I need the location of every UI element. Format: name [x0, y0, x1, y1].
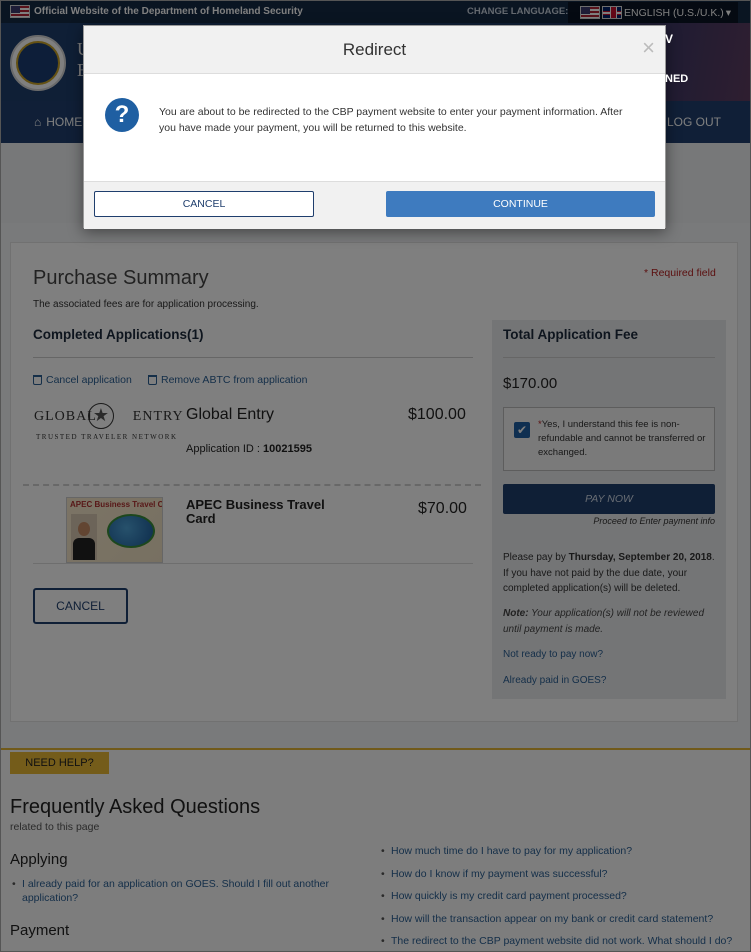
header-fragment-right: V: [665, 32, 674, 46]
dialog-header: Redirect ×: [84, 26, 665, 74]
question-icon: ?: [105, 98, 139, 132]
close-icon[interactable]: ×: [642, 37, 655, 59]
header-fragment-right-2: NED: [665, 73, 689, 85]
dialog-cancel-button[interactable]: CANCEL: [94, 191, 314, 217]
dialog-title: Redirect: [342, 40, 407, 59]
dialog-continue-button[interactable]: CONTINUE: [386, 191, 655, 217]
redirect-dialog: Redirect × ? You are about to be redirec…: [83, 25, 666, 229]
dialog-message: You are about to be redirected to the CB…: [159, 106, 623, 134]
page: Official Website of the Department of Ho…: [0, 0, 751, 952]
